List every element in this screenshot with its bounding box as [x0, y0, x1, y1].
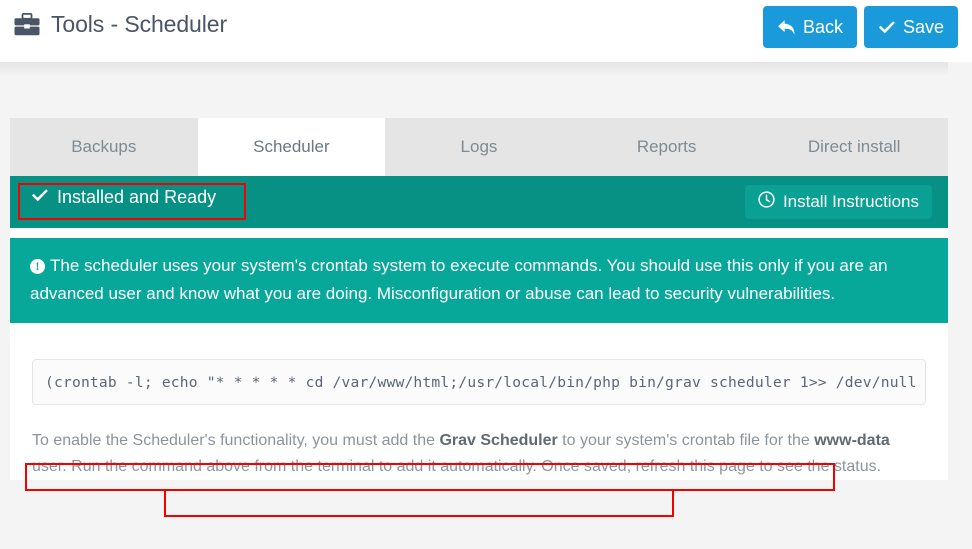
scheduler-panel: (crontab -l; echo "* * * * * cd /var/www…	[10, 323, 948, 480]
page-title-text: Tools - Scheduler	[51, 11, 227, 37]
help-part-4: Run the command above from the terminal …	[71, 457, 537, 475]
tab-scheduler[interactable]: Scheduler	[197, 118, 386, 176]
help-part-1: To enable the Scheduler's functionality,…	[32, 432, 440, 450]
scroll-gutter[interactable]	[948, 62, 972, 549]
tab-scheduler-label: Scheduler	[253, 137, 330, 156]
help-text: To enable the Scheduler's functionality,…	[32, 428, 922, 480]
back-button-label: Back	[802, 16, 843, 37]
top-header-bar: Tools - Scheduler Back Save	[0, 0, 972, 62]
tab-backups-label: Backups	[71, 137, 137, 156]
install-instructions-label: Install Instructions	[782, 192, 919, 211]
install-instructions-button[interactable]: Install Instructions	[744, 185, 932, 219]
header-shadow	[0, 62, 972, 76]
exclamation-circle-icon: !	[30, 259, 45, 274]
help-part-5: Once saved, refresh this page to see the…	[536, 457, 882, 475]
back-button[interactable]: Back	[762, 6, 857, 48]
help-part-2: to your system's crontab file for the	[557, 432, 815, 450]
status-notice-divider	[10, 228, 948, 238]
status-bar: Installed and Ready Install Instructions	[10, 176, 948, 228]
status-badge-label: Installed and Ready	[57, 187, 217, 207]
scheduler-page: Tools - Scheduler Back Save Backups Sche…	[0, 0, 972, 549]
annotation-run-command-sentence	[164, 489, 674, 517]
briefcase-icon	[14, 13, 40, 36]
check-icon	[31, 187, 49, 208]
help-bold-www-data: www-data	[814, 432, 890, 450]
tab-backups[interactable]: Backups	[10, 118, 198, 176]
tab-logs-label: Logs	[460, 137, 498, 156]
help-part-3: user.	[32, 457, 72, 475]
tab-bar: Backups Scheduler Logs Reports Direct in…	[10, 118, 948, 176]
tab-reports-label: Reports	[636, 137, 697, 156]
tab-direct-install[interactable]: Direct install	[760, 118, 948, 176]
help-bold-grav-scheduler: Grav Scheduler	[439, 432, 558, 450]
content-area: Backups Scheduler Logs Reports Direct in…	[10, 118, 948, 480]
save-button-label: Save	[902, 16, 944, 37]
save-button[interactable]: Save	[863, 6, 958, 48]
tab-logs[interactable]: Logs	[385, 118, 573, 176]
crontab-command-value: (crontab -l; echo "* * * * * cd /var/www…	[45, 373, 917, 391]
notice-text: The scheduler uses your system's crontab…	[30, 256, 888, 303]
check-icon	[878, 20, 896, 35]
status-badge: Installed and Ready	[31, 187, 216, 208]
tab-direct-install-label: Direct install	[807, 137, 901, 156]
notice-banner: ! The scheduler uses your system's cronta…	[10, 238, 948, 324]
page-title: Tools - Scheduler	[14, 11, 227, 38]
header-actions: Back Save	[762, 6, 958, 48]
arrow-back-icon	[777, 19, 796, 36]
crontab-command-input[interactable]: (crontab -l; echo "* * * * * cd /var/www…	[32, 359, 926, 406]
clock-icon	[758, 191, 775, 213]
tab-reports[interactable]: Reports	[572, 118, 761, 176]
